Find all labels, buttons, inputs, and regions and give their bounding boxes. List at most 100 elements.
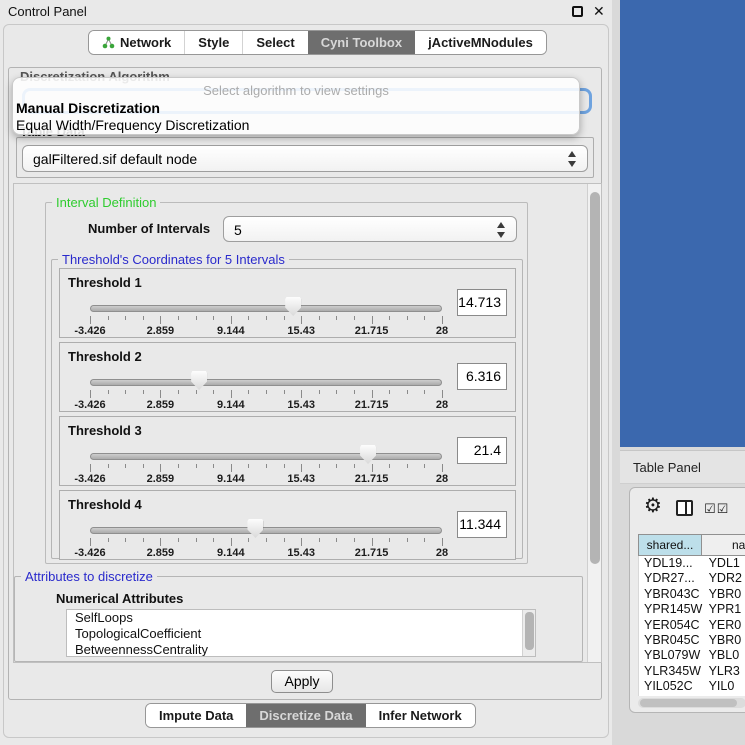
threshold-3-slider-thumb[interactable] [360, 445, 376, 464]
threshold-4-slider-thumb[interactable] [247, 519, 263, 538]
table-body: YDL19...YDL1YDR27...YDR2YBR043CYBR0YPR14… [638, 556, 745, 696]
table-cell: YDR2 [705, 571, 745, 586]
interval-definition-group: Interval Definition Number of Intervals … [45, 202, 528, 564]
table-row[interactable]: YBL079WYBL0 [639, 648, 745, 663]
network-icon [102, 36, 115, 49]
algorithm-dropdown-popup: Select algorithm to view settings Manual… [12, 77, 580, 135]
threshold-2-value-field[interactable]: 6.316 [457, 363, 507, 390]
tab-infer-network-label: Infer Network [379, 708, 462, 723]
column-header-name[interactable]: name [701, 534, 745, 556]
tick-label: 21.715 [355, 325, 389, 337]
tab-style-label: Style [198, 35, 229, 50]
tick-label: 15.43 [287, 325, 315, 337]
table-row[interactable]: YBR045CYBR0 [639, 633, 745, 648]
table-cell: YIL052C [639, 679, 705, 694]
horizontal-scrollbar[interactable] [638, 698, 745, 708]
tick-label: 15.43 [287, 547, 315, 559]
number-of-intervals-spinner[interactable]: 5 [223, 216, 517, 242]
control-panel-titlebar: Control Panel ✕ [0, 0, 612, 22]
application-window: Control Panel ✕ Network Style Select Cyn… [0, 0, 745, 745]
threshold-2-slider-thumb[interactable] [191, 371, 207, 390]
attributes-scrollbar[interactable] [522, 610, 535, 657]
table-cell: YER054C [639, 618, 705, 633]
algorithm-placeholder: Select algorithm to view settings [13, 83, 579, 98]
tab-infer-network[interactable]: Infer Network [366, 704, 475, 727]
tick-label: -3.426 [74, 473, 105, 485]
float-window-icon[interactable] [572, 6, 583, 17]
table-row[interactable]: YLR345WYLR3 [639, 664, 745, 679]
node-table: shared... name YDL19...YDL1YDR27...YDR2Y… [638, 534, 745, 696]
select-columns-checkboxes-icon[interactable]: ☑☑ [704, 501, 729, 517]
tab-impute-data-label: Impute Data [159, 708, 233, 723]
tick-label: 28 [436, 547, 448, 559]
number-of-intervals-label: Number of Intervals [88, 221, 210, 236]
attribute-list-item[interactable]: TopologicalCoefficient [67, 626, 535, 642]
tick-label: 9.144 [217, 325, 245, 337]
threshold-4-ticks [90, 538, 442, 547]
table-cell: YLR345W [639, 664, 705, 679]
tab-jactivemnodules[interactable]: jActiveMNodules [415, 31, 546, 54]
tab-impute-data[interactable]: Impute Data [146, 704, 246, 727]
threshold-4-slider[interactable] [90, 527, 442, 534]
threshold-1-value-field[interactable]: 14.713 [457, 289, 507, 316]
table-cell: YPR1 [705, 602, 745, 617]
threshold-4-value-field[interactable]: 11.344 [457, 511, 507, 538]
tab-select[interactable]: Select [242, 31, 307, 54]
threshold-1-tick-labels: -3.4262.8599.14415.4321.71528 [90, 325, 442, 337]
tick-label: 2.859 [147, 399, 175, 411]
attributes-scrollbar-thumb[interactable] [525, 612, 534, 650]
table-data-value: galFiltered.sif default node [33, 151, 197, 167]
table-panel-header: Table Panel [620, 450, 745, 484]
attributes-group-title: Attributes to discretize [21, 569, 157, 584]
table-data-group: galFiltered.sif default node [16, 137, 594, 178]
table-row[interactable]: YPR145WYPR1 [639, 602, 745, 617]
table-cell: YPR145W [639, 602, 705, 617]
table-panel: ⚙ ☑☑ shared... name YDL19...YDL1YDR27...… [629, 487, 745, 713]
interval-definition-title: Interval Definition [52, 195, 160, 210]
close-icon[interactable]: ✕ [593, 3, 605, 20]
tab-network-label: Network [120, 35, 171, 50]
control-panel-tabbar: Network Style Select Cyni Toolbox jActiv… [88, 30, 547, 55]
tick-label: 28 [436, 473, 448, 485]
tab-style[interactable]: Style [184, 31, 242, 54]
algorithm-option-equal-width[interactable]: Equal Width/Frequency Discretization [16, 117, 249, 133]
table-row[interactable]: YDR27...YDR2 [639, 571, 745, 586]
threshold-4-tick-labels: -3.4262.8599.14415.4321.71528 [90, 547, 442, 559]
tick-label: 15.43 [287, 473, 315, 485]
tab-cyni-toolbox[interactable]: Cyni Toolbox [308, 31, 415, 54]
columns-icon[interactable] [676, 500, 693, 516]
table-row[interactable]: YBR043CYBR0 [639, 587, 745, 602]
table-cell: YER0 [705, 618, 745, 633]
attributes-group: Attributes to discretize Numerical Attri… [14, 576, 583, 662]
network-view-frame: GAL80GCGAL11GAL4GCY1HHAP2 [620, 0, 745, 447]
threshold-3-slider[interactable] [90, 453, 442, 460]
attribute-list-item[interactable]: SelfLoops [67, 610, 535, 626]
tab-select-label: Select [256, 35, 294, 50]
table-row[interactable]: YDL19...YDL1 [639, 556, 745, 571]
table-cell: YLR3 [705, 664, 745, 679]
vertical-scrollbar-thumb[interactable] [590, 192, 600, 564]
combobox-arrows-icon [568, 150, 577, 168]
vertical-scrollbar[interactable] [587, 184, 601, 662]
horizontal-scrollbar-thumb[interactable] [640, 699, 737, 707]
gear-icon[interactable]: ⚙ [644, 496, 662, 516]
column-header-shared-name[interactable]: shared... [638, 534, 702, 556]
apply-button[interactable]: Apply [271, 670, 333, 693]
tab-discretize-data[interactable]: Discretize Data [246, 704, 365, 727]
attribute-list-item[interactable]: BetweennessCentrality [67, 642, 535, 657]
tab-network[interactable]: Network [89, 31, 184, 54]
table-cell: YBR0 [705, 633, 745, 648]
threshold-3-value-field[interactable]: 21.4 [457, 437, 507, 464]
threshold-1-row: Threshold 1 -3.4262.8599.14415.4321.7152… [59, 268, 516, 338]
threshold-4-row: Threshold 4 -3.4262.8599.14415.4321.7152… [59, 490, 516, 560]
threshold-2-slider[interactable] [90, 379, 442, 386]
algorithm-option-manual[interactable]: Manual Discretization [16, 100, 160, 116]
threshold-1-slider-thumb[interactable] [285, 297, 301, 316]
table-data-combobox[interactable]: galFiltered.sif default node [22, 145, 588, 172]
threshold-4-label: Threshold 4 [68, 497, 142, 512]
threshold-1-slider[interactable] [90, 305, 442, 312]
table-row[interactable]: YIL052CYIL0 [639, 679, 745, 694]
table-row[interactable]: YER054CYER0 [639, 618, 745, 633]
tick-label: 28 [436, 325, 448, 337]
table-cell: YDR27... [639, 571, 705, 586]
